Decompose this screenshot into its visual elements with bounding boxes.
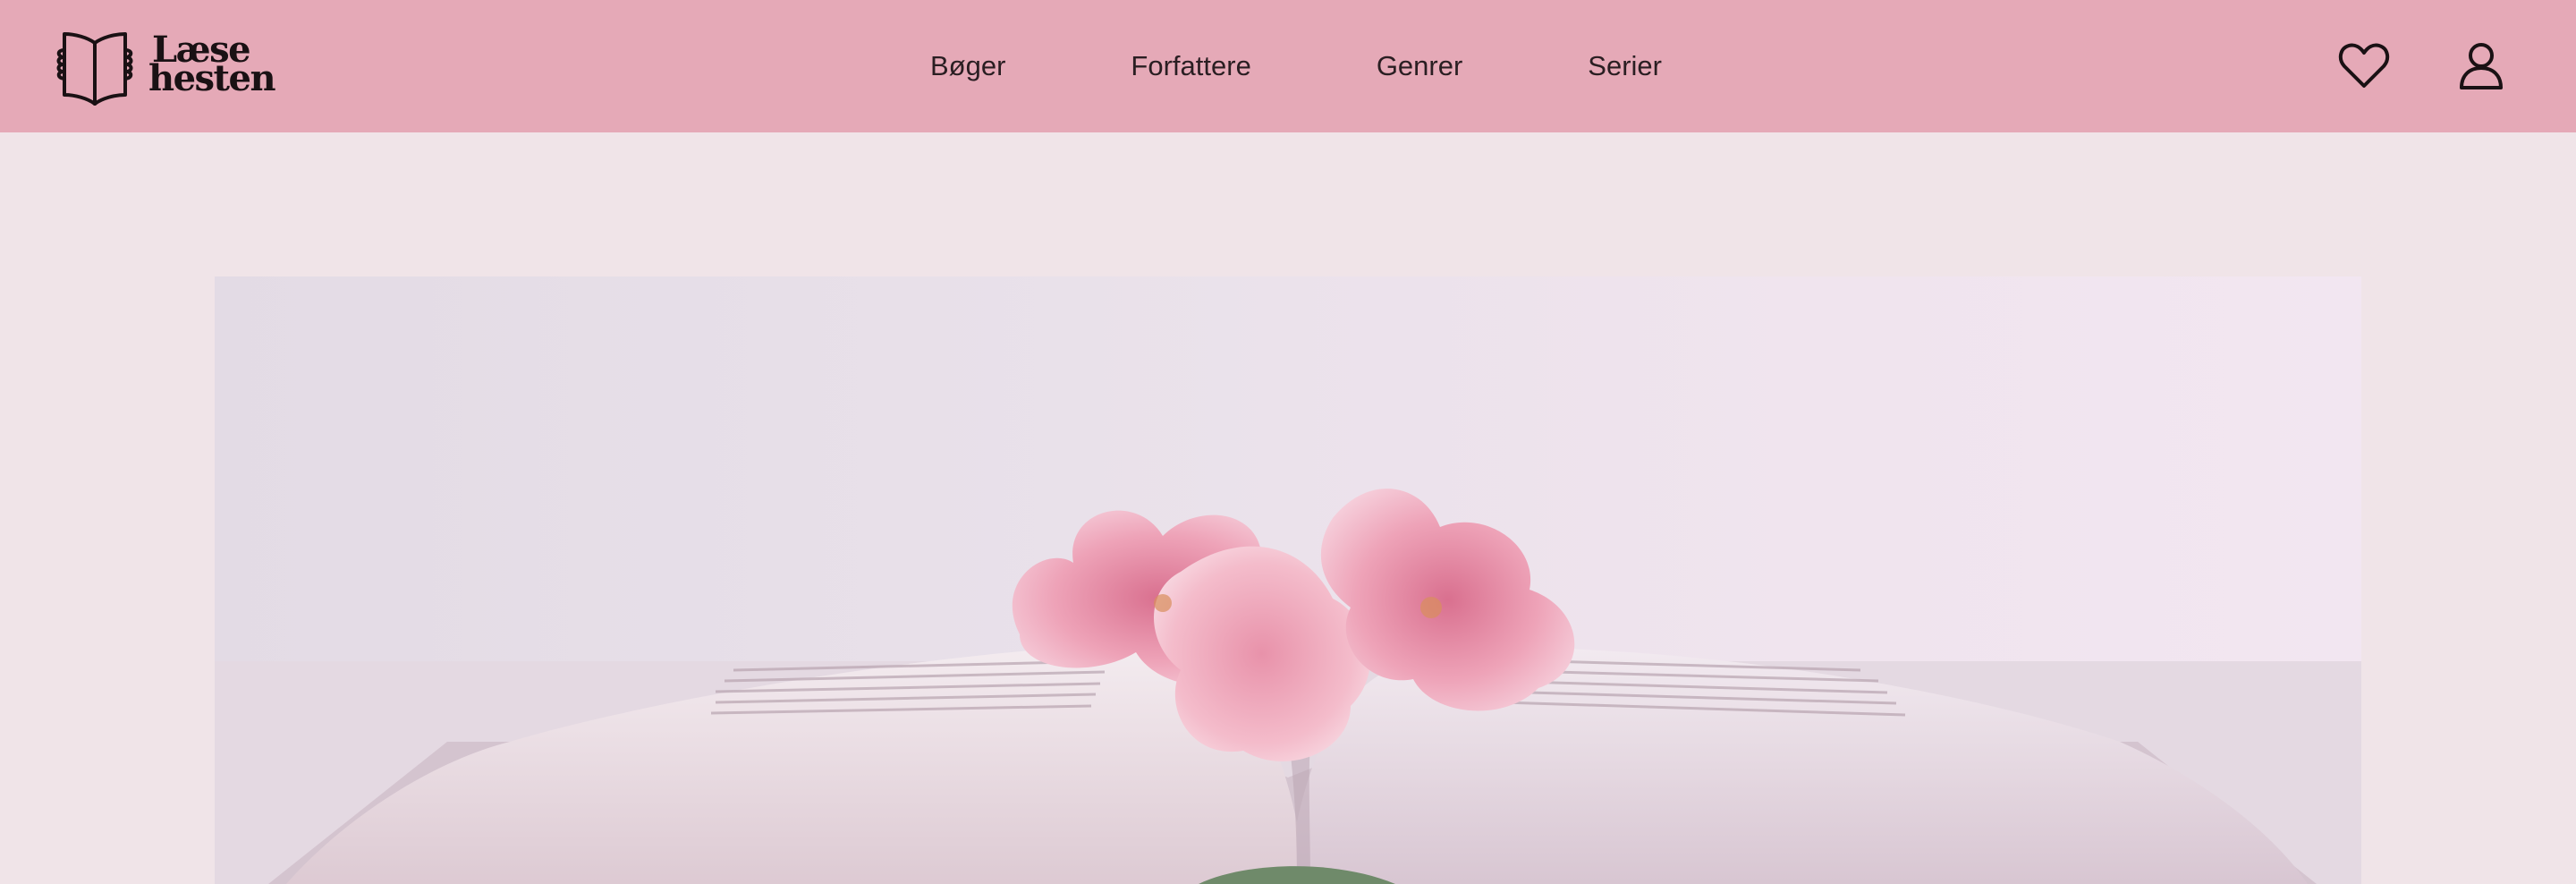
logo-wordmark: Læse hesten [148,32,276,99]
logo-text-line2: hesten [148,57,276,99]
open-book-icon [55,27,134,106]
main-nav: Bøger Forfattere Genrer Serier [930,0,1787,132]
top-navbar: Læse hesten Bøger Forfattere Genrer Seri… [0,0,2576,132]
heart-icon[interactable] [2337,39,2391,93]
nav-link-boger[interactable]: Bøger [930,50,1005,82]
user-icon[interactable] [2454,39,2508,93]
nav-link-forfattere[interactable]: Forfattere [1131,50,1250,82]
logo-link[interactable]: Læse hesten [55,27,276,106]
hero-image [215,276,2361,884]
nav-link-genrer[interactable]: Genrer [1377,50,1462,82]
nav-link-serier[interactable]: Serier [1588,50,1662,82]
hero-illustration [215,489,2361,884]
